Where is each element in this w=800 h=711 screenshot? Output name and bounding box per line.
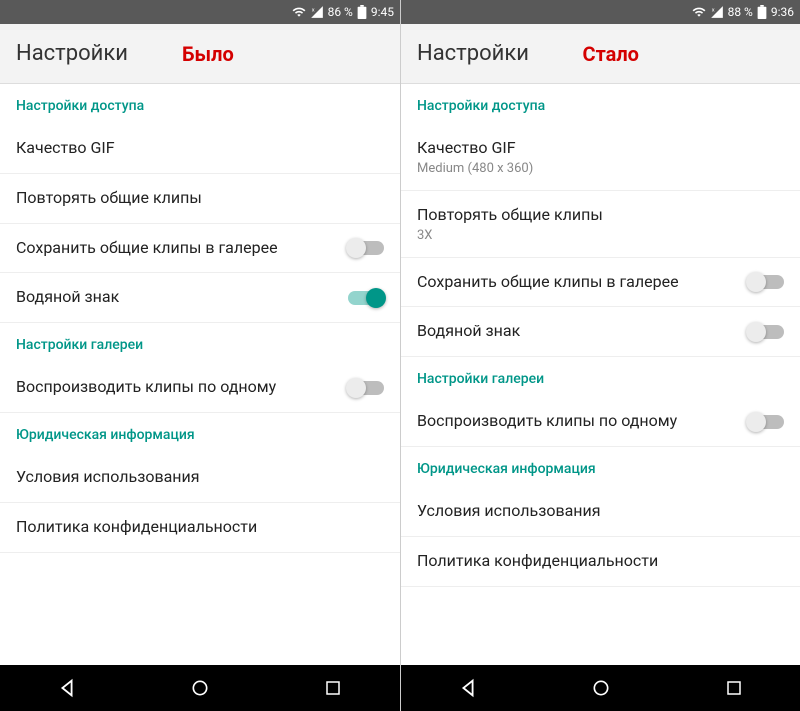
item-title: Политика конфиденциальности bbox=[16, 517, 384, 538]
item-title: Сохранить общие клипы в галерее bbox=[16, 238, 338, 259]
signal-icon: x bbox=[710, 5, 724, 19]
header: Настройки Было bbox=[0, 24, 400, 84]
nav-back[interactable] bbox=[47, 668, 87, 708]
item-play-one[interactable]: Воспроизводить клипы по одному bbox=[401, 397, 800, 447]
item-privacy[interactable]: Политика конфиденциальности bbox=[401, 537, 800, 587]
battery-text: 88 % bbox=[728, 5, 753, 19]
navbar bbox=[401, 665, 800, 711]
toggle-watermark[interactable] bbox=[348, 291, 384, 305]
item-subtitle: Medium (480 x 360) bbox=[417, 161, 784, 176]
nav-home[interactable] bbox=[581, 668, 621, 708]
item-title: Повторять общие клипы bbox=[417, 205, 784, 226]
settings-content: Настройки доступа Качество GIF Medium (4… bbox=[401, 84, 800, 665]
item-title: Условия использования bbox=[16, 467, 384, 488]
comparison-badge: Стало bbox=[583, 42, 639, 66]
navbar bbox=[0, 665, 400, 711]
item-gif-quality[interactable]: Качество GIF Medium (480 x 360) bbox=[401, 124, 800, 191]
battery-icon bbox=[757, 5, 767, 19]
statusbar: x 86 % 9:45 bbox=[0, 0, 400, 24]
item-title: Сохранить общие клипы в галерее bbox=[417, 272, 738, 293]
item-title: Качество GIF bbox=[16, 138, 384, 159]
item-repeat-clips[interactable]: Повторять общие клипы bbox=[0, 174, 400, 224]
section-access: Настройки доступа bbox=[0, 84, 400, 124]
toggle-watermark[interactable] bbox=[748, 325, 784, 339]
toggle-play-one[interactable] bbox=[748, 415, 784, 429]
item-title: Водяной знак bbox=[16, 287, 338, 308]
wifi-icon bbox=[692, 5, 706, 19]
item-title: Качество GIF bbox=[417, 138, 784, 159]
item-subtitle: 3X bbox=[417, 228, 784, 243]
item-watermark[interactable]: Водяной знак bbox=[401, 307, 800, 357]
item-title: Воспроизводить клипы по одному bbox=[16, 377, 338, 398]
item-title: Политика конфиденциальности bbox=[417, 551, 784, 572]
battery-text: 86 % bbox=[328, 5, 353, 19]
nav-recent[interactable] bbox=[714, 668, 754, 708]
nav-recent[interactable] bbox=[313, 668, 353, 708]
item-save-gallery[interactable]: Сохранить общие клипы в галерее bbox=[401, 258, 800, 308]
section-gallery: Настройки галереи bbox=[0, 323, 400, 363]
item-title: Воспроизводить клипы по одному bbox=[417, 411, 738, 432]
item-save-gallery[interactable]: Сохранить общие клипы в галерее bbox=[0, 224, 400, 274]
comparison-badge: Было bbox=[182, 42, 234, 66]
item-watermark[interactable]: Водяной знак bbox=[0, 273, 400, 323]
clock-text: 9:45 bbox=[371, 5, 394, 19]
nav-home[interactable] bbox=[180, 668, 220, 708]
battery-icon bbox=[357, 5, 367, 19]
section-legal: Юридическая информация bbox=[0, 413, 400, 453]
svg-text:x: x bbox=[711, 7, 714, 13]
page-title: Настройки bbox=[16, 41, 128, 66]
header: Настройки Стало bbox=[401, 24, 800, 84]
section-gallery: Настройки галереи bbox=[401, 357, 800, 397]
item-terms[interactable]: Условия использования bbox=[0, 453, 400, 503]
item-gif-quality[interactable]: Качество GIF bbox=[0, 124, 400, 174]
item-title: Повторять общие клипы bbox=[16, 188, 384, 209]
section-access: Настройки доступа bbox=[401, 84, 800, 124]
item-repeat-clips[interactable]: Повторять общие клипы 3X bbox=[401, 191, 800, 258]
panel-left: x 86 % 9:45 Настройки Было Настройки дос… bbox=[0, 0, 400, 711]
page-title: Настройки bbox=[417, 41, 529, 66]
item-privacy[interactable]: Политика конфиденциальности bbox=[0, 503, 400, 553]
toggle-play-one[interactable] bbox=[348, 381, 384, 395]
wifi-icon bbox=[292, 5, 306, 19]
svg-text:x: x bbox=[311, 7, 314, 13]
panel-right: x 88 % 9:36 Настройки Стало Настройки до… bbox=[400, 0, 800, 711]
toggle-save-gallery[interactable] bbox=[748, 275, 784, 289]
item-terms[interactable]: Условия использования bbox=[401, 487, 800, 537]
settings-content: Настройки доступа Качество GIF Повторять… bbox=[0, 84, 400, 665]
item-title: Условия использования bbox=[417, 501, 784, 522]
toggle-save-gallery[interactable] bbox=[348, 241, 384, 255]
clock-text: 9:36 bbox=[771, 5, 794, 19]
statusbar: x 88 % 9:36 bbox=[401, 0, 800, 24]
item-title: Водяной знак bbox=[417, 321, 738, 342]
signal-icon: x bbox=[310, 5, 324, 19]
section-legal: Юридическая информация bbox=[401, 447, 800, 487]
nav-back[interactable] bbox=[448, 668, 488, 708]
item-play-one[interactable]: Воспроизводить клипы по одному bbox=[0, 363, 400, 413]
